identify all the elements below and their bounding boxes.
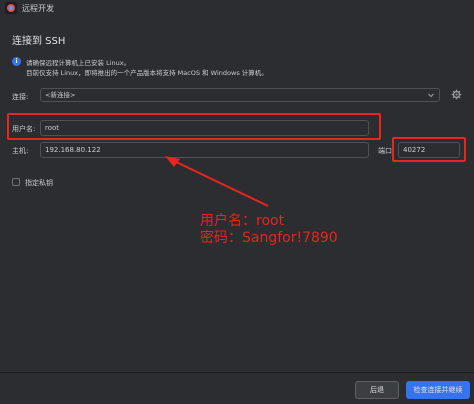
annotation-arrow	[165, 156, 269, 207]
annotation-password: 密码：Sangfor!7890	[200, 230, 338, 246]
check-connection-button[interactable]: 检查连接并继续	[406, 381, 470, 399]
back-button[interactable]: 后退	[355, 381, 399, 399]
dialog-footer	[0, 372, 474, 404]
